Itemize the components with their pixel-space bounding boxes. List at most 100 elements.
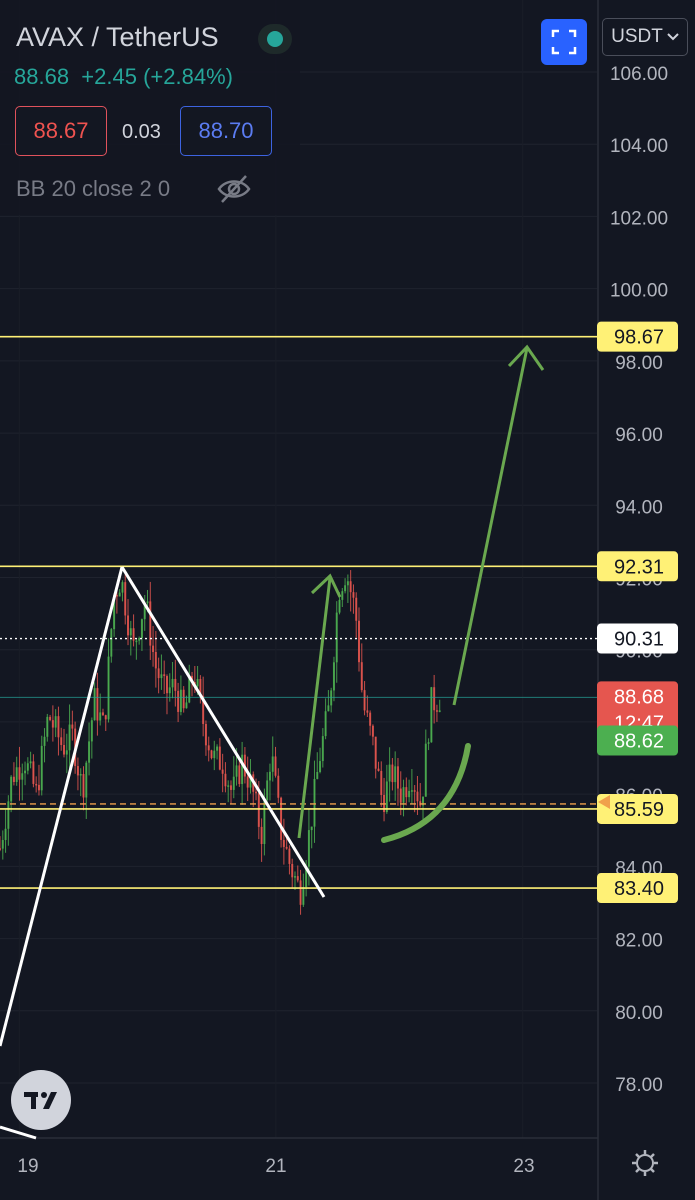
price-tick-label: 80.00: [615, 1003, 663, 1024]
time-tick-label: 19: [17, 1156, 38, 1177]
candle-body: [135, 640, 138, 643]
candle-body: [7, 801, 10, 829]
candle-body: [124, 582, 127, 616]
candle-body: [257, 793, 260, 827]
candle-body: [396, 766, 399, 789]
level-price-tag-label: 98.67: [614, 327, 664, 349]
candle-body: [79, 774, 82, 776]
candle-body: [216, 746, 219, 751]
candle-body: [299, 880, 302, 905]
price-change: 88.68 +2.45 (+2.84%): [14, 64, 233, 90]
candle-body: [54, 716, 57, 728]
candle-body: [355, 597, 358, 621]
candle-body: [227, 785, 230, 787]
candle-body: [1, 840, 4, 849]
candle-body: [413, 790, 416, 792]
candle-body: [335, 612, 338, 663]
buy-price-button[interactable]: 88.70: [180, 106, 272, 156]
candle-body: [235, 765, 238, 777]
candle-body: [232, 776, 235, 790]
fullscreen-button[interactable]: [541, 19, 587, 65]
candle-body: [99, 712, 102, 721]
currency-selector[interactable]: USDT: [602, 18, 688, 56]
candle-body: [221, 769, 224, 774]
price-tick-label: 100.00: [610, 281, 668, 302]
candle-body: [319, 761, 322, 773]
candle-body: [241, 754, 244, 785]
candle-body: [369, 712, 372, 726]
price-tick-label: 106.00: [610, 64, 668, 85]
candle-body: [260, 826, 263, 845]
candle-body: [129, 628, 132, 636]
settings-gear-icon[interactable]: [630, 1148, 660, 1178]
price-tick-label: 98.00: [615, 353, 663, 374]
candle-body: [21, 773, 24, 780]
sell-price-button[interactable]: 88.67: [15, 106, 107, 156]
candle-body: [171, 678, 174, 688]
candle-body: [316, 772, 319, 779]
candle-body: [402, 787, 405, 803]
candle-body: [49, 716, 52, 721]
candle-body: [0, 848, 1, 850]
candle-body: [4, 828, 7, 841]
candle-body: [371, 725, 374, 737]
candle-body: [18, 767, 21, 780]
price-tick-label: 96.00: [615, 425, 663, 446]
candle-body: [88, 741, 91, 763]
symbol-title[interactable]: AVAX / TetherUS: [16, 22, 219, 53]
candle-body: [424, 743, 427, 797]
price-tick-label: 104.00: [610, 136, 668, 157]
candle-body: [363, 690, 366, 711]
candle-body: [104, 715, 107, 720]
candle-body: [427, 742, 430, 744]
candle-body: [40, 745, 43, 791]
candle-body: [394, 766, 397, 783]
candle-body: [85, 762, 88, 798]
candle-body: [435, 710, 438, 712]
candle-body: [360, 662, 363, 691]
bb-price-tag-label: 88.62: [614, 731, 664, 753]
candle-body: [330, 690, 333, 706]
candle-body: [76, 766, 79, 776]
candle-body: [321, 736, 324, 762]
candle-body: [65, 750, 68, 755]
candle-body: [310, 826, 313, 831]
candle-body: [213, 750, 216, 759]
candle-body: [271, 756, 274, 772]
candle-body: [26, 763, 29, 771]
candle-body: [90, 720, 93, 742]
candle-body: [140, 619, 143, 638]
tradingview-logo[interactable]: [11, 1070, 71, 1130]
candle-body: [438, 710, 441, 712]
candle-body: [229, 785, 232, 790]
indicator-legend[interactable]: BB 20 close 2 0: [16, 176, 170, 202]
candle-body: [246, 776, 249, 788]
candle-body: [132, 628, 135, 641]
candle-body: [138, 637, 141, 641]
candle-body: [338, 599, 341, 613]
candle-body: [82, 774, 85, 798]
eye-hidden-icon[interactable]: [216, 172, 252, 206]
chevron-down-icon: [667, 33, 679, 41]
candle-body: [127, 615, 130, 636]
candle-body: [366, 710, 369, 713]
candle-body: [391, 764, 394, 783]
currency-label: USDT: [611, 26, 663, 47]
candle-body: [288, 848, 291, 864]
candle-body: [204, 723, 207, 746]
candle-body: [285, 846, 288, 849]
candle-body: [255, 791, 258, 794]
candle-body: [218, 746, 221, 770]
candle-body: [12, 776, 15, 782]
candle-body: [101, 712, 104, 716]
candle-body: [307, 830, 310, 867]
candle-body: [385, 781, 388, 813]
candle-body: [179, 689, 182, 712]
candle-body: [163, 674, 166, 677]
candle-body: [121, 582, 124, 593]
candle-body: [154, 652, 157, 669]
candle-body: [43, 736, 46, 746]
candle-body: [46, 716, 49, 737]
level-price-tag-label: 85.59: [614, 799, 664, 821]
candle-body: [174, 678, 177, 691]
